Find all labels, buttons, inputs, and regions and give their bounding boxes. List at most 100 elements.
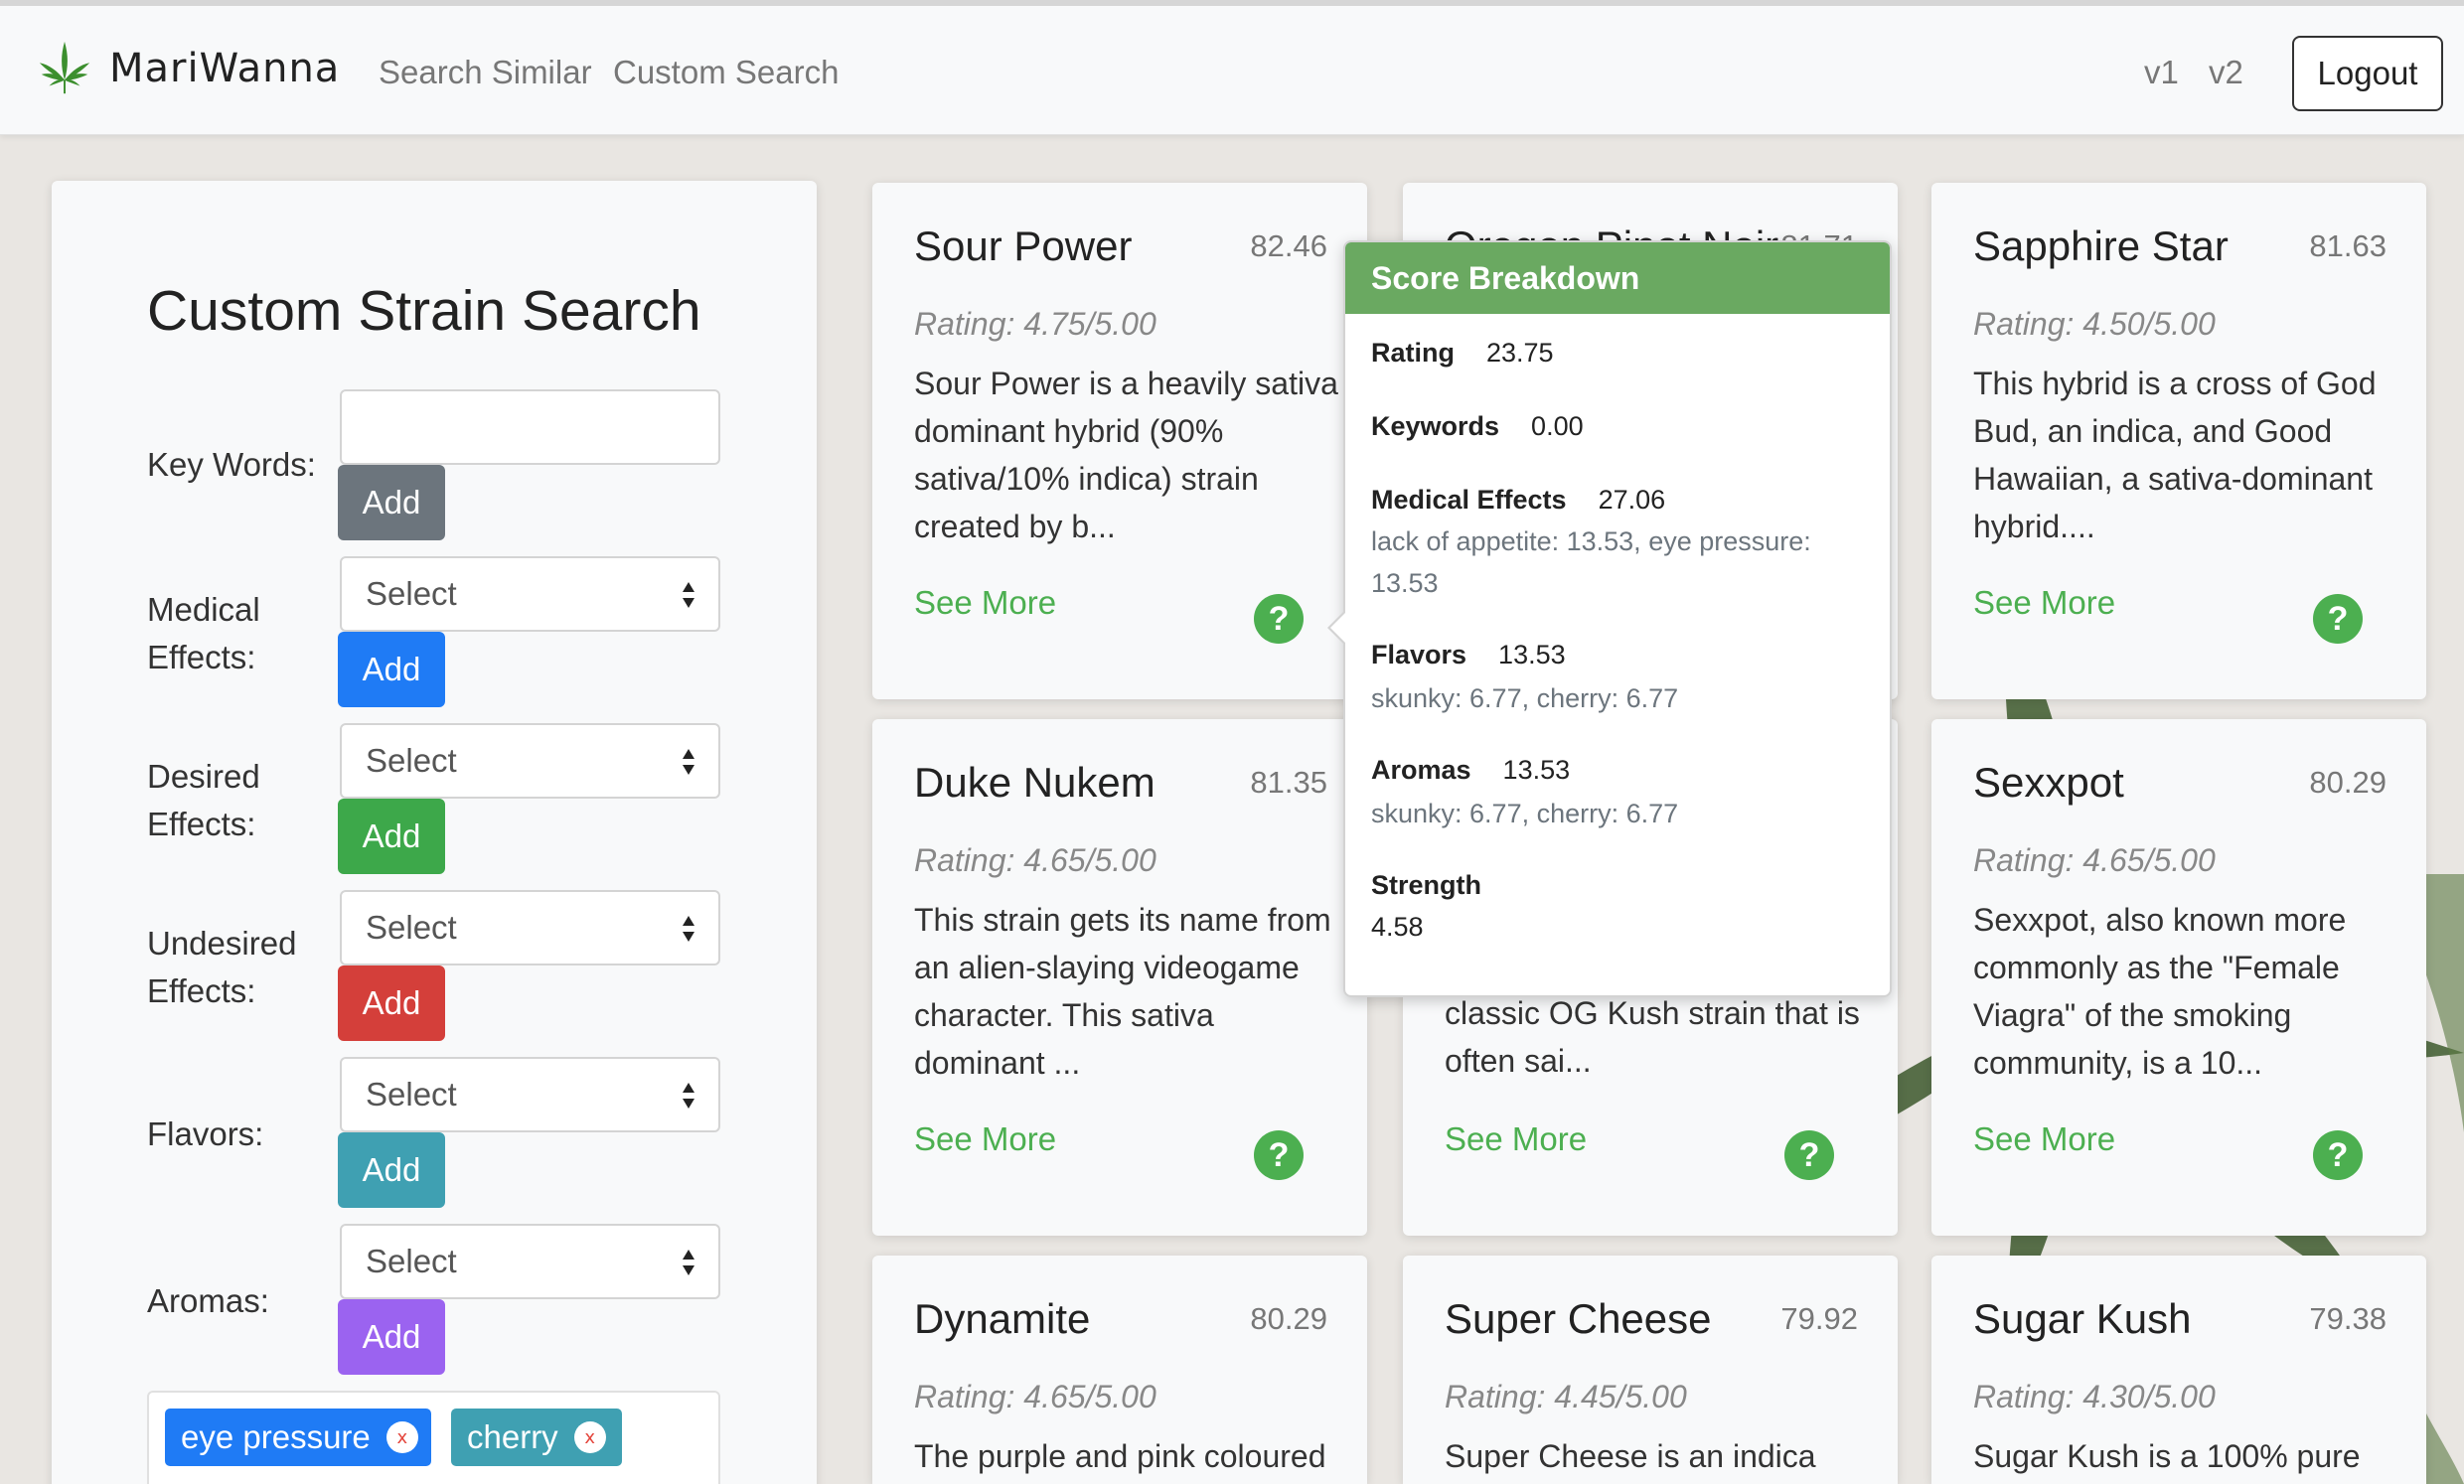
aromas-select-value: Select: [366, 1243, 457, 1279]
see-more-link[interactable]: See More: [1973, 584, 2115, 622]
strain-rating: Rating: 4.50/5.00: [1973, 306, 2216, 342]
popover-medical-label: Medical Effects: [1371, 485, 1567, 515]
popover-keywords-label: Keywords: [1371, 411, 1500, 441]
popover-keywords-row: Keywords 0.00: [1371, 411, 1584, 442]
popover-aromas-detail: skunky: 6.77, cherry: 6.77: [1371, 799, 1679, 828]
strain-card[interactable]: Dynamite 80.29 Rating: 4.65/5.00 The pur…: [872, 1256, 1367, 1484]
add-desired-effects-button[interactable]: Add: [338, 799, 445, 874]
see-more-link[interactable]: See More: [914, 1120, 1056, 1158]
strain-card[interactable]: Sugar Kush 79.38 Rating: 4.30/5.00 Sugar…: [1931, 1256, 2426, 1484]
see-more-link[interactable]: See More: [1973, 1120, 2115, 1158]
desired-effects-label: Desired Effects:: [147, 758, 260, 842]
strain-card[interactable]: Super Cheese 79.92 Rating: 4.45/5.00 Sup…: [1403, 1256, 1898, 1484]
nav-v2[interactable]: v2: [2209, 54, 2243, 91]
popover-aromas-value: 13.53: [1502, 755, 1571, 785]
popover-strength-value: 4.58: [1371, 912, 1424, 942]
popover-title: Score Breakdown: [1345, 242, 1890, 314]
strain-name: Sapphire Star: [1973, 223, 2229, 269]
add-medical-effects-button[interactable]: Add: [338, 632, 445, 707]
nav-custom-search[interactable]: Custom Search: [613, 54, 839, 91]
popover-rating-label: Rating: [1371, 338, 1455, 368]
popover-rating-value: 23.75: [1486, 338, 1554, 368]
aromas-label: Aromas:: [147, 1282, 269, 1319]
undesired-effects-select-value: Select: [366, 909, 457, 946]
strain-description: This hybrid is a cross of God Bud, an in…: [1973, 366, 2377, 544]
medical-effects-label: Medical Effects:: [147, 591, 260, 675]
nav-v1[interactable]: v1: [2144, 54, 2179, 91]
question-icon[interactable]: ?: [1254, 594, 1304, 644]
popover-aromas-row: Aromas 13.53: [1371, 755, 1570, 786]
flavors-select-value: Select: [366, 1076, 457, 1113]
keywords-input[interactable]: [340, 389, 720, 465]
question-icon[interactable]: ?: [1784, 1130, 1834, 1180]
strain-card[interactable]: Sour Power 82.46 Rating: 4.75/5.00 Sour …: [872, 183, 1367, 699]
popover-aromas-label: Aromas: [1371, 755, 1471, 785]
popover-medical-value: 27.06: [1598, 485, 1666, 515]
tag-label: cherry: [467, 1418, 558, 1455]
tag-cherry: cherry x: [451, 1409, 622, 1466]
strain-score: 80.29: [2309, 765, 2387, 800]
popover-flavors-detail: skunky: 6.77, cherry: 6.77: [1371, 683, 1679, 713]
aromas-select[interactable]: Select: [340, 1224, 720, 1299]
strain-card[interactable]: Sexxpot 80.29 Rating: 4.65/5.00 Sexxpot,…: [1931, 719, 2426, 1236]
strain-score: 79.92: [1780, 1301, 1858, 1336]
tag-eye-pressure: eye pressure x: [165, 1409, 431, 1466]
select-arrows-icon: [683, 916, 694, 942]
strain-name: Super Cheese: [1445, 1295, 1712, 1342]
see-more-link[interactable]: See More: [914, 584, 1056, 622]
strain-name: Sour Power: [914, 223, 1133, 269]
strain-score: 81.35: [1250, 765, 1327, 800]
popover-strength-label: Strength: [1371, 870, 1481, 900]
popover-keywords-value: 0.00: [1531, 411, 1584, 441]
remove-tag-icon[interactable]: x: [385, 1421, 418, 1453]
selected-tags-area: eye pressure x cherry x: [147, 1391, 720, 1484]
strain-card[interactable]: Sapphire Star 81.63 Rating: 4.50/5.00 Th…: [1931, 183, 2426, 699]
keywords-label: Key Words:: [147, 446, 316, 483]
undesired-effects-select[interactable]: Select: [340, 890, 720, 965]
score-breakdown-popover: Score Breakdown Rating 23.75 Keywords 0.00…: [1327, 240, 1892, 997]
strain-rating: Rating: 4.45/5.00: [1445, 1379, 1687, 1414]
tag-label: eye pressure: [181, 1418, 371, 1455]
remove-tag-icon[interactable]: x: [573, 1421, 606, 1453]
brand-name: MariWanna: [109, 46, 341, 91]
question-icon[interactable]: ?: [2313, 1130, 2363, 1180]
strain-description: classic OG Kush strain that is often sai…: [1445, 995, 1860, 1079]
question-icon[interactable]: ?: [2313, 594, 2363, 644]
add-aromas-button[interactable]: Add: [338, 1299, 445, 1375]
strain-rating: Rating: 4.65/5.00: [914, 1379, 1156, 1414]
nav-search-similar[interactable]: Search Similar: [379, 54, 592, 91]
popover-flavors-row: Flavors 13.53: [1371, 640, 1566, 670]
strain-description: Sour Power is a heavily sativa dominant …: [914, 366, 1338, 544]
medical-effects-select-value: Select: [366, 575, 457, 612]
popover-medical-row: Medical Effects 27.06: [1371, 485, 1665, 516]
add-keywords-button[interactable]: Add: [338, 465, 445, 540]
select-arrows-icon: [683, 1250, 694, 1275]
custom-search-panel: Custom Strain Search Key Words: Add Medi…: [52, 181, 817, 1484]
strain-score: 79.38: [2309, 1301, 2387, 1336]
strain-name: Duke Nukem: [914, 759, 1155, 806]
strain-rating: Rating: 4.30/5.00: [1973, 1379, 2216, 1414]
popover-rating-row: Rating 23.75: [1371, 338, 1554, 369]
strain-score: 80.29: [1250, 1301, 1327, 1336]
brand[interactable]: MariWanna: [34, 36, 340, 101]
medical-effects-select[interactable]: Select: [340, 556, 720, 632]
panel-title: Custom Strain Search: [147, 279, 701, 343]
strain-rating: Rating: 4.65/5.00: [914, 842, 1156, 878]
strain-card[interactable]: Duke Nukem 81.35 Rating: 4.65/5.00 This …: [872, 719, 1367, 1236]
strain-rating: Rating: 4.75/5.00: [914, 306, 1156, 342]
popover-strength-label-row: Strength: [1371, 870, 1481, 901]
question-icon[interactable]: ?: [1254, 1130, 1304, 1180]
flavors-select[interactable]: Select: [340, 1057, 720, 1132]
logout-button[interactable]: Logout: [2292, 36, 2443, 111]
select-arrows-icon: [683, 1083, 694, 1109]
strain-description: Sexxpot, also known more commonly as the…: [1973, 902, 2347, 1081]
desired-effects-select[interactable]: Select: [340, 723, 720, 799]
see-more-link[interactable]: See More: [1445, 1120, 1587, 1158]
add-flavors-button[interactable]: Add: [338, 1132, 445, 1208]
select-arrows-icon: [683, 582, 694, 608]
select-arrows-icon: [683, 749, 694, 775]
add-undesired-effects-button[interactable]: Add: [338, 965, 445, 1041]
strain-name: Dynamite: [914, 1295, 1091, 1342]
popover-flavors-label: Flavors: [1371, 640, 1467, 669]
popover-flavors-value: 13.53: [1498, 640, 1566, 669]
